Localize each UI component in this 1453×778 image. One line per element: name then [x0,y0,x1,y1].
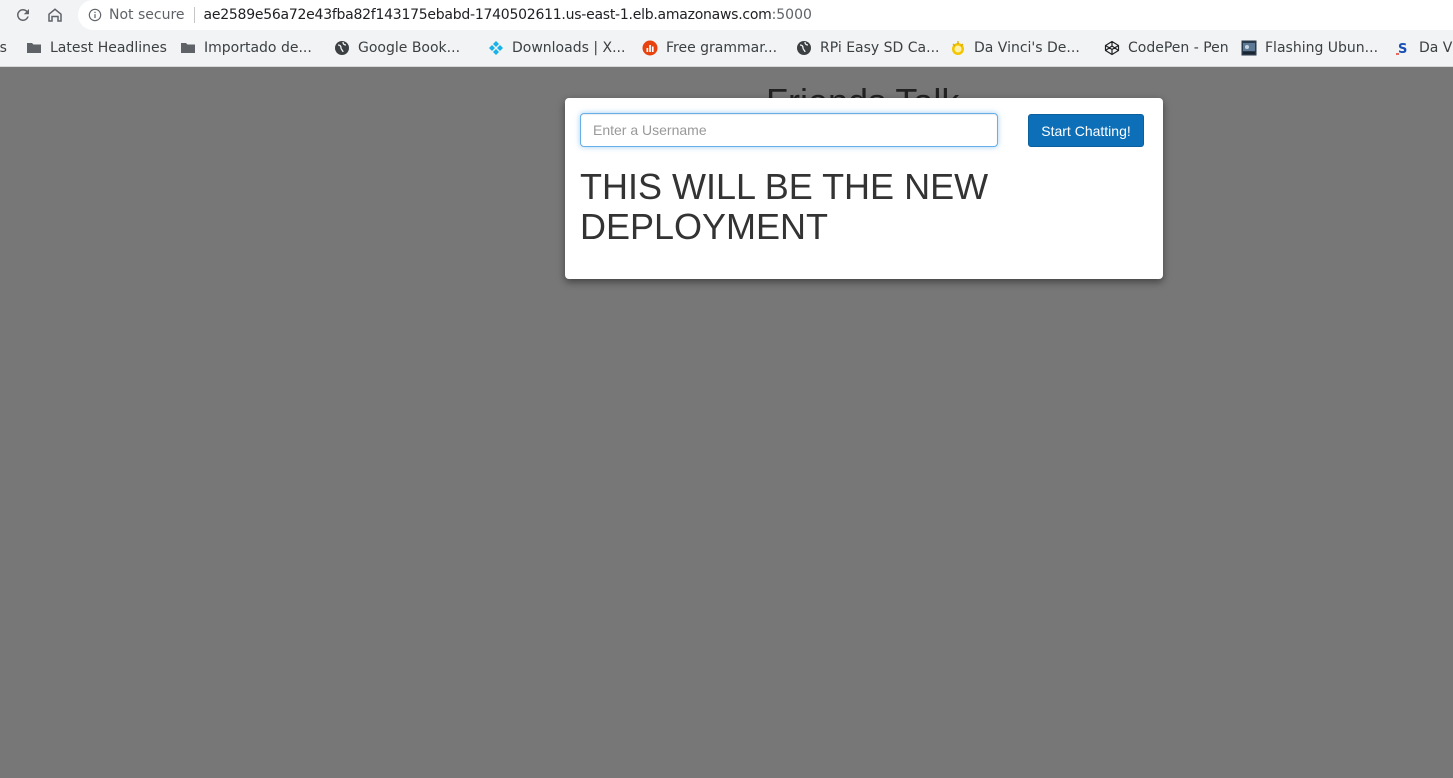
bookmark-label: Latest Headlines [50,40,167,56]
bookmark-label: CodePen - Pen [1128,40,1229,56]
security-label[interactable]: Not secure [109,7,185,23]
codepen-icon [1104,40,1120,56]
bookmark-da-vi[interactable]: S Da Vi [1395,38,1453,58]
bookmark-downloads[interactable]: Downloads | X... [488,38,625,58]
address-separator [193,7,195,23]
bookmark-rpi-easy[interactable]: RPi Easy SD Ca... [796,38,939,58]
davinci-icon [950,40,966,56]
reload-icon[interactable] [12,4,34,26]
folder-icon [26,40,42,56]
bookmark-label: Flashing Ubun... [1265,40,1379,56]
bookmark-google-books[interactable]: Google Book... [334,38,460,58]
url-host[interactable]: ae2589e56a72e43fba82f143175ebabd-1740502… [204,7,772,23]
bookmark-label: Free grammar... [666,40,778,56]
bookmark-da-vinci[interactable]: Da Vinci's De... [950,38,1080,58]
bookmark-importado[interactable]: Importado de... [180,38,312,58]
bookmark-apps[interactable]: os [0,38,7,58]
start-chatting-button[interactable]: Start Chatting! [1028,114,1144,147]
bookmark-label: os [0,40,7,56]
bookmark-label: Google Book... [358,40,461,56]
username-input[interactable] [580,113,998,147]
bookmarks-bar: os Latest Headlines Importado de... Goog… [0,30,1453,67]
username-modal: Start Chatting! THIS WILL BE THE NEW DEP… [565,98,1163,279]
bookmark-label: RPi Easy SD Ca... [820,40,940,56]
globe-icon [334,40,350,56]
bookmark-label: Downloads | X... [512,40,626,56]
address-bar[interactable]: Not secure ae2589e56a72e43fba82f143175eb… [78,0,1453,30]
s-icon: S [1395,40,1411,56]
info-icon[interactable] [88,8,102,22]
bookmark-free-grammar[interactable]: Free grammar... [642,38,777,58]
bookmark-codepen[interactable]: CodePen - Pen [1104,38,1229,58]
deployment-heading: THIS WILL BE THE NEW DEPLOYMENT [580,166,989,247]
svg-text:S: S [1398,42,1407,56]
bookmark-latest-headlines[interactable]: Latest Headlines [26,38,167,58]
page-overlay: Friends Talk Start Chatting! THIS WILL B… [0,67,1453,778]
bookmark-label: Importado de... [204,40,312,56]
browser-toolbar: Not secure ae2589e56a72e43fba82f143175eb… [0,0,1453,30]
chart-icon [642,40,658,56]
bookmark-label: Da Vi [1419,40,1453,56]
url-port[interactable]: :5000 [772,7,812,23]
ubuntu-image-icon [1241,40,1257,56]
home-icon[interactable] [44,4,66,26]
folder-icon [180,40,196,56]
kodi-icon [488,40,504,56]
bookmark-flashing-ubuntu[interactable]: Flashing Ubun... [1241,38,1378,58]
bookmark-label: Da Vinci's De... [974,40,1080,56]
globe-icon [796,40,812,56]
